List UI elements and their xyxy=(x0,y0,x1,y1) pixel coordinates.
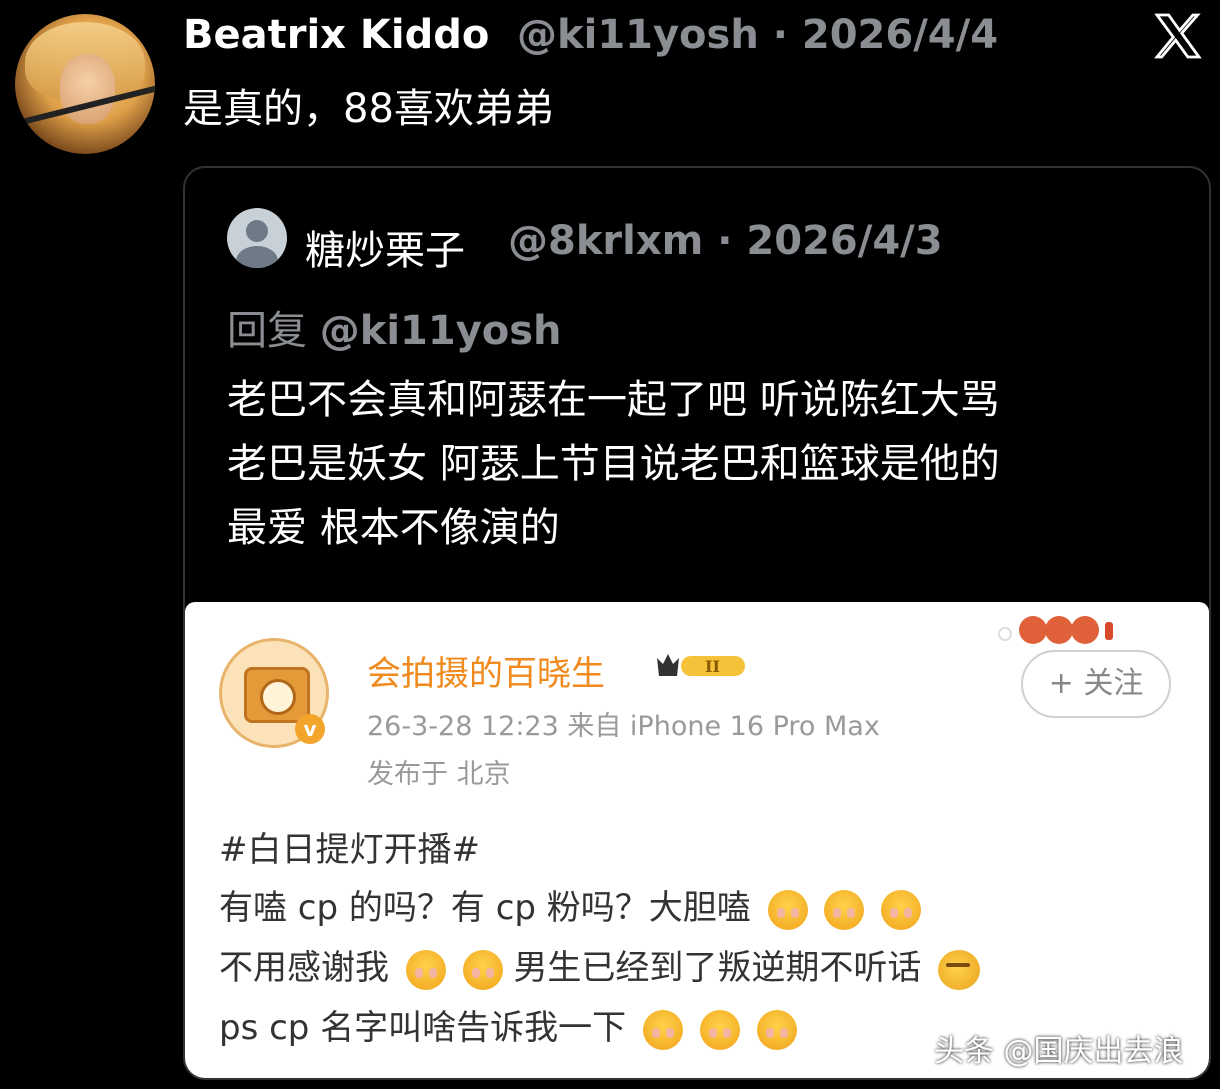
weibo-hashtag[interactable]: #白日提灯开播# xyxy=(219,822,480,871)
weibo-post-meta: 26-3-28 12:23 来自 iPhone 16 Pro Max xyxy=(367,711,880,742)
shy-emoji-icon xyxy=(881,889,922,930)
default-avatar-body xyxy=(236,246,278,268)
reply-line: 回复 @ki11yosh xyxy=(227,298,562,356)
author-avatar[interactable] xyxy=(15,14,155,154)
quoted-avatar[interactable] xyxy=(227,208,287,268)
weibo-text-line: ps cp 名字叫啥告诉我一下 xyxy=(219,1000,797,1050)
shy-emoji-icon xyxy=(699,1009,740,1050)
weibo-text-line: 不用感谢我 男生已经到了叛逆期不听话 xyxy=(219,940,981,990)
weibo-text-line: 有嗑 cp 的吗？有 cp 粉吗？大胆嗑 xyxy=(219,880,922,930)
quoted-body-line: 最爱 根本不像演的 xyxy=(227,505,560,551)
watermark: 头条 @国庆出去浪 xyxy=(934,1034,1184,1069)
weibo-text-segment: 不用感谢我 xyxy=(219,948,389,988)
smirk-emoji-icon xyxy=(938,949,981,990)
quoted-body: 老巴不会真和阿瑟在一起了吧 听说陈红大骂 老巴是妖女 阿瑟上节目说老巴和篮球是他… xyxy=(227,368,1000,560)
weibo-post-location: 发布于 北京 xyxy=(367,759,511,790)
weibo-screenshot-image[interactable]: v 会拍摄的百晓生 II 26-3-28 12:23 来自 iPhone 16 … xyxy=(185,602,1209,1078)
quoted-body-line: 老巴不会真和阿瑟在一起了吧 听说陈红大骂 xyxy=(227,377,1000,423)
weibo-username[interactable]: 会拍摄的百晓生 xyxy=(367,646,605,695)
quoted-tweet-card[interactable]: 糖炒栗子 @8krlxm · 2026/4/3 回复 @ki11yosh 老巴不… xyxy=(183,166,1211,1080)
weibo-text-segment: 有嗑 cp 的吗？有 cp 粉吗？大胆嗑 xyxy=(219,888,751,928)
shy-emoji-icon xyxy=(462,949,503,990)
verified-badge-icon: v xyxy=(295,714,325,744)
author-name[interactable]: Beatrix Kiddo xyxy=(183,12,489,58)
weibo-text-segment: ps cp 名字叫啥告诉我一下 xyxy=(219,1008,627,1048)
x-logo-icon[interactable] xyxy=(1150,8,1206,64)
crown-level-badge-icon: II xyxy=(657,654,745,676)
shy-emoji-icon xyxy=(405,949,446,990)
tweet-text: 是真的，88喜欢弟弟 xyxy=(183,86,554,132)
badge-level-text: II xyxy=(705,657,720,676)
default-avatar-head xyxy=(246,220,268,242)
shy-emoji-icon xyxy=(824,889,865,930)
reply-mention-link[interactable]: @ki11yosh xyxy=(320,308,562,354)
quoted-author-name[interactable]: 糖炒栗子 xyxy=(305,218,465,276)
quoted-body-line: 老巴是妖女 阿瑟上节目说老巴和篮球是他的 xyxy=(227,441,1000,487)
shy-emoji-icon xyxy=(643,1009,683,1050)
reply-prefix: 回复 xyxy=(227,308,307,354)
author-handle-date[interactable]: @ki11yosh · 2026/4/4 xyxy=(517,12,998,58)
quoted-author-handle-date[interactable]: @8krlxm · 2026/4/3 xyxy=(508,218,943,264)
camera-lens xyxy=(260,679,296,715)
follow-button[interactable]: + 关注 xyxy=(1021,650,1171,718)
sticker-decoration-icon xyxy=(998,616,1113,644)
weibo-text-segment: 男生已经到了叛逆期不听话 xyxy=(513,948,922,988)
shy-emoji-icon xyxy=(756,1009,797,1050)
shy-emoji-icon xyxy=(767,889,808,930)
